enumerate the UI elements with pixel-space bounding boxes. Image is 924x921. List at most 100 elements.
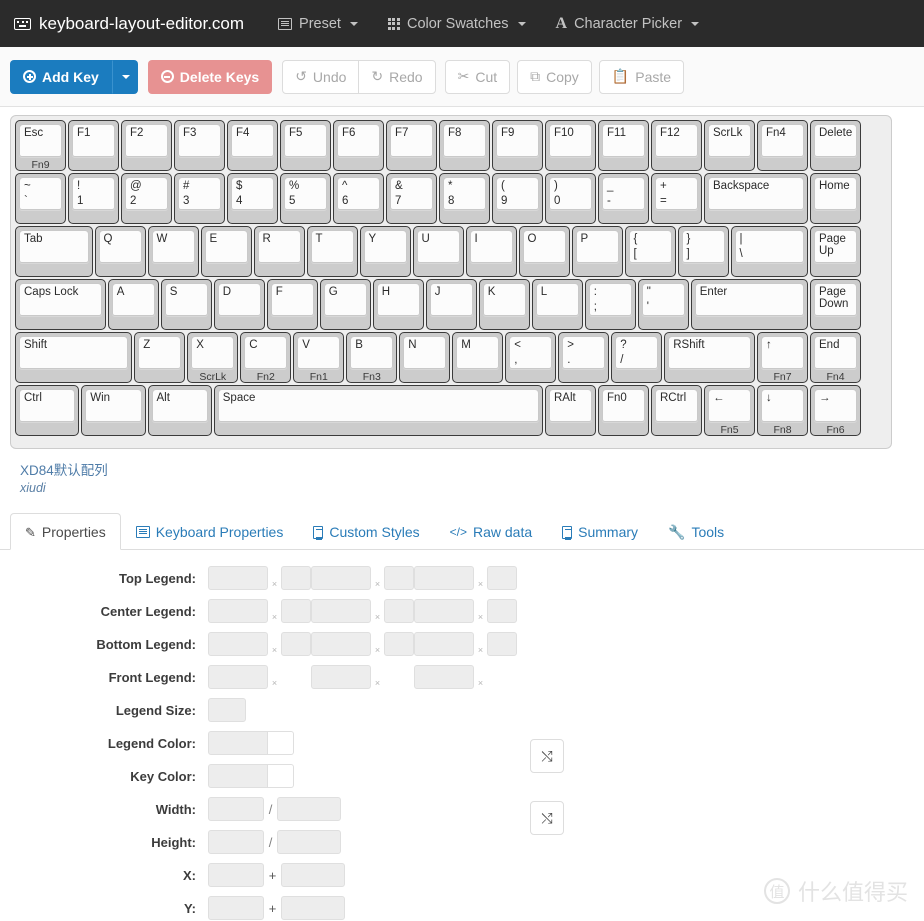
key[interactable]: Caps Lock (15, 279, 106, 330)
legend-input[interactable] (311, 665, 371, 689)
key[interactable]: H (372, 279, 424, 330)
key[interactable]: E (200, 226, 252, 277)
legend-input[interactable] (311, 632, 371, 656)
key[interactable]: Fn0 (598, 385, 649, 436)
add-key-button[interactable]: Add Key (10, 59, 112, 94)
key[interactable]: (9 (492, 173, 543, 224)
key[interactable]: A (107, 279, 159, 330)
key[interactable]: D (213, 279, 265, 330)
key[interactable]: | \ (730, 226, 808, 277)
key[interactable]: % 5 (280, 173, 331, 224)
redo-button[interactable]: ↻ Redo (358, 59, 436, 94)
tab-tools[interactable]: 🔧 Tools (653, 513, 739, 550)
keyboard-canvas[interactable]: Esc Fn9 F1 F2 F3 F4 F5 F6 F7 F8 F9 F10 F11 F12 ScrLk Fn… (10, 115, 892, 449)
delete-keys-button[interactable]: Delete Keys (147, 59, 273, 94)
key[interactable]: Shift (15, 332, 133, 383)
key[interactable]: ↑ Fn7 (757, 332, 808, 383)
numeric-input[interactable] (208, 896, 264, 920)
undo-button[interactable]: ↺ Undo (282, 59, 360, 94)
legend-input[interactable] (208, 566, 268, 590)
legend-alt-input[interactable] (487, 566, 517, 590)
key[interactable]: Page Down (810, 279, 861, 330)
key[interactable]: F7 (386, 120, 437, 171)
numeric-input-secondary[interactable] (281, 863, 345, 887)
legend-input[interactable] (311, 566, 371, 590)
legend-alt-input[interactable] (281, 632, 311, 656)
key[interactable]: Y (359, 226, 411, 277)
cut-button[interactable]: ✂ Cut (444, 59, 511, 94)
tab-summary[interactable]: Summary (547, 513, 653, 550)
legend-input[interactable] (414, 665, 474, 689)
brand-link[interactable]: keyboard-layout-editor.com (14, 14, 244, 34)
key[interactable]: O (518, 226, 570, 277)
key[interactable]: Enter (690, 279, 808, 330)
tab-properties[interactable]: ✎ Properties (10, 513, 121, 550)
key[interactable]: I (465, 226, 517, 277)
key[interactable]: F8 (439, 120, 490, 171)
numeric-input-secondary[interactable] (277, 830, 341, 854)
key[interactable]: ? / (611, 332, 663, 383)
key[interactable]: ← Fn5 (704, 385, 755, 436)
tab-keyboard-properties[interactable]: Keyboard Properties (121, 513, 299, 550)
shuffle-icon[interactable]: ⤭ (530, 801, 564, 835)
key[interactable]: F3 (174, 120, 225, 171)
key[interactable]: :; (584, 279, 636, 330)
paste-button[interactable]: 📋 Paste (598, 59, 685, 94)
legend-alt-input[interactable] (487, 632, 517, 656)
color-text-input[interactable] (208, 764, 268, 788)
key[interactable]: & 7 (386, 173, 437, 224)
key[interactable]: F6 (333, 120, 384, 171)
key[interactable]: {[ (624, 226, 676, 277)
shuffle-icon[interactable]: ⤭ (530, 739, 564, 773)
legend-alt-input[interactable] (384, 566, 414, 590)
key[interactable]: >. (558, 332, 610, 383)
key[interactable]: ↓ Fn8 (757, 385, 808, 436)
key[interactable]: * 8 (439, 173, 490, 224)
key[interactable]: F10 (545, 120, 596, 171)
key[interactable]: F1 (68, 120, 119, 171)
key[interactable]: K (478, 279, 530, 330)
key[interactable]: T (306, 226, 358, 277)
key[interactable]: }] (677, 226, 729, 277)
legend-size-input[interactable] (208, 698, 246, 722)
key[interactable]: " ' (637, 279, 689, 330)
key[interactable]: F5 (280, 120, 331, 171)
key[interactable]: L (531, 279, 583, 330)
key[interactable]: S (160, 279, 212, 330)
key[interactable]: Esc Fn9 (15, 120, 66, 171)
key[interactable]: _ - (598, 173, 649, 224)
key[interactable]: Q (94, 226, 146, 277)
numeric-input[interactable] (208, 863, 264, 887)
key[interactable]: Alt (147, 385, 212, 436)
key[interactable]: RCtrl (651, 385, 702, 436)
key[interactable]: F2 (121, 120, 172, 171)
key[interactable]: F4 (227, 120, 278, 171)
key[interactable]: G (319, 279, 371, 330)
key[interactable]: End Fn4 (810, 332, 861, 383)
key[interactable]: R (253, 226, 305, 277)
tab-raw-data[interactable]: </> Raw data (435, 513, 548, 550)
key[interactable]: $4 (227, 173, 278, 224)
key[interactable]: M (452, 332, 504, 383)
key[interactable]: <, (505, 332, 557, 383)
key[interactable]: RAlt (545, 385, 596, 436)
legend-alt-input[interactable] (281, 599, 311, 623)
legend-input[interactable] (208, 665, 268, 689)
legend-input[interactable] (414, 632, 474, 656)
key[interactable]: P (571, 226, 623, 277)
key[interactable]: U (412, 226, 464, 277)
key[interactable]: ~ ` (15, 173, 66, 224)
nav-item-preset[interactable]: Preset (278, 16, 358, 32)
numeric-input[interactable] (208, 830, 264, 854)
key[interactable]: W (147, 226, 199, 277)
color-swatch-preview[interactable] (268, 731, 294, 755)
keyboard-author[interactable]: xiudi (20, 481, 924, 495)
key[interactable]: Win (81, 385, 146, 436)
key[interactable]: ScrLk (704, 120, 755, 171)
color-swatch-preview[interactable] (268, 764, 294, 788)
legend-alt-input[interactable] (281, 566, 311, 590)
legend-alt-input[interactable] (487, 599, 517, 623)
numeric-input-secondary[interactable] (281, 896, 345, 920)
key[interactable]: Tab (15, 226, 93, 277)
key[interactable]: N (399, 332, 451, 383)
